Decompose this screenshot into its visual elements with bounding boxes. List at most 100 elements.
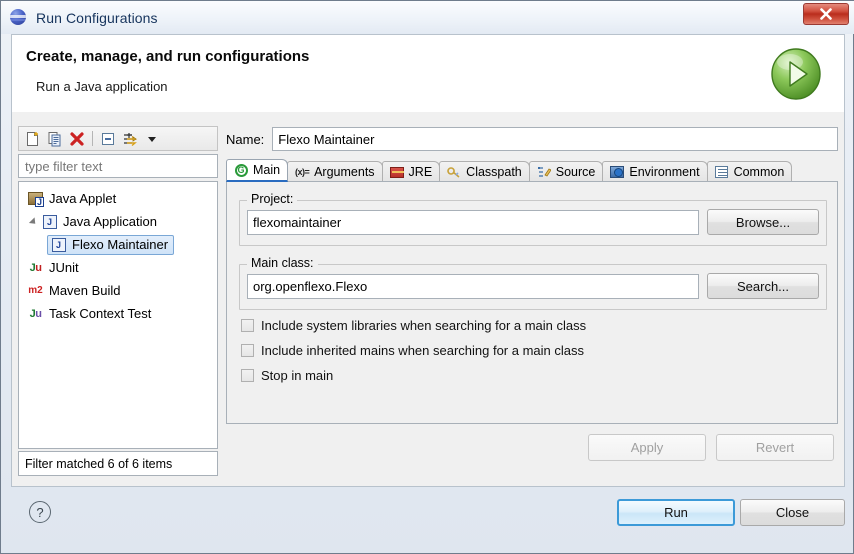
run-button[interactable]: Run: [617, 499, 735, 526]
search-button[interactable]: Search...: [707, 273, 819, 299]
tab-label: Environment: [629, 165, 700, 179]
tree-item-flexo-maintainer[interactable]: J Flexo Maintainer: [19, 233, 217, 256]
tab-label: Arguments: [314, 165, 375, 179]
junit-icon: Ju: [29, 261, 42, 274]
checkbox-box[interactable]: [241, 369, 254, 382]
help-button[interactable]: ?: [29, 501, 51, 523]
java-applet-icon: [27, 191, 44, 207]
view-menu-button[interactable]: [141, 128, 163, 149]
configuration-tabs: G Main (x)= Arguments JRE Classpath Sour…: [226, 159, 838, 182]
main-class-group: Main class: Search...: [239, 256, 827, 310]
configurations-panel: Java Applet J Java Application J Flexo M…: [18, 126, 218, 476]
chevron-down-icon: [148, 136, 156, 142]
project-field-row: Browse...: [247, 209, 819, 235]
tab-label: Common: [733, 165, 785, 179]
apply-button[interactable]: Apply: [588, 434, 706, 461]
close-icon: [820, 8, 832, 20]
task-context-icon: Ju: [29, 307, 42, 320]
delete-configuration-button[interactable]: [66, 128, 88, 149]
stop-in-main-checkbox[interactable]: Stop in main: [241, 368, 333, 383]
configurations-tree[interactable]: Java Applet J Java Application J Flexo M…: [18, 181, 218, 449]
configuration-editor-panel: Name: G Main (x)= Arguments JRE: [226, 126, 838, 476]
main-tab-content: Project: Browse... Main class:: [226, 181, 838, 424]
help-icon: ?: [36, 504, 44, 520]
java-application-icon: J: [50, 237, 67, 253]
banner-subtitle: Run a Java application: [36, 79, 168, 94]
run-play-icon: [770, 46, 822, 102]
tree-item-label: Java Applet: [49, 191, 117, 206]
filter-launch-configurations-button[interactable]: [119, 128, 141, 149]
filter-arrows-icon: [124, 132, 137, 146]
main-class-group-label: Main class:: [247, 256, 318, 270]
window-title: Run Configurations: [36, 9, 158, 26]
tab-jre[interactable]: JRE: [381, 161, 441, 182]
tab-environment[interactable]: Environment: [602, 161, 708, 182]
project-input[interactable]: [247, 209, 699, 235]
toolbar-separator: [92, 131, 93, 146]
tree-item-label: Flexo Maintainer: [72, 237, 169, 252]
maven-icon: m2: [28, 285, 43, 296]
arguments-icon: (x)=: [294, 167, 310, 177]
collapse-all-button[interactable]: [97, 128, 119, 149]
run-configurations-dialog: Run Configurations Create, manage, and r…: [0, 0, 854, 554]
tab-common[interactable]: Common: [706, 161, 793, 182]
tree-item-java-applet[interactable]: Java Applet: [19, 187, 217, 210]
configurations-toolbar: [18, 126, 218, 151]
checkbox-label: Stop in main: [261, 368, 334, 383]
expand-triangle-icon[interactable]: [27, 210, 39, 233]
window-close-button[interactable]: [803, 3, 849, 25]
copy-pages-icon: [48, 131, 61, 146]
tree-item-label: JUnit: [49, 260, 79, 275]
filter-input[interactable]: [18, 154, 218, 178]
jre-icon: [389, 165, 405, 179]
classpath-icon: [446, 165, 462, 179]
tree-item-label: Java Application: [63, 214, 157, 229]
tree-item-maven-build[interactable]: m2 Maven Build: [19, 279, 217, 302]
duplicate-configuration-button[interactable]: [44, 128, 66, 149]
tab-main[interactable]: G Main: [226, 159, 289, 182]
red-x-icon: [70, 131, 84, 146]
include-inherited-mains-checkbox[interactable]: Include inherited mains when searching f…: [241, 343, 584, 358]
filter-status-text: Filter matched 6 of 6 items: [18, 451, 218, 476]
tree-item-label: Task Context Test: [49, 306, 152, 321]
checkbox-box[interactable]: [241, 344, 254, 357]
new-configuration-button[interactable]: [22, 128, 44, 149]
tab-classpath[interactable]: Classpath: [439, 161, 530, 182]
include-system-libraries-checkbox[interactable]: Include system libraries when searching …: [241, 318, 586, 333]
dialog-footer: ? Run Close: [11, 487, 845, 545]
collapse-all-icon: [102, 132, 114, 145]
browse-button[interactable]: Browse...: [707, 209, 819, 235]
dialog-body: Java Applet J Java Application J Flexo M…: [11, 112, 845, 487]
name-input[interactable]: [272, 127, 838, 151]
close-dialog-button[interactable]: Close: [740, 499, 845, 526]
tree-item-label: Maven Build: [49, 283, 121, 298]
tab-arguments[interactable]: (x)= Arguments: [287, 161, 383, 182]
dialog-banner: Create, manage, and run configurations R…: [11, 34, 845, 112]
java-application-icon: J: [41, 214, 58, 230]
name-row: Name:: [226, 126, 838, 152]
banner-title: Create, manage, and run configurations: [26, 48, 310, 65]
checkbox-label: Include system libraries when searching …: [261, 318, 587, 333]
main-class-field-row: Search...: [247, 273, 819, 299]
main-green-circle-icon: G: [233, 163, 249, 177]
tree-item-task-context-test[interactable]: Ju Task Context Test: [19, 302, 217, 325]
tab-label: Main: [253, 163, 281, 177]
environment-icon: [609, 165, 625, 179]
checkbox-box[interactable]: [241, 319, 254, 332]
tree-item-junit[interactable]: Ju JUnit: [19, 256, 217, 279]
tab-label: Classpath: [466, 165, 522, 179]
main-class-input[interactable]: [247, 273, 699, 299]
name-label: Name:: [226, 131, 265, 147]
tab-label: JRE: [408, 165, 433, 179]
tree-item-java-application[interactable]: J Java Application: [19, 210, 217, 233]
tab-source[interactable]: Source: [528, 161, 604, 182]
new-page-icon: [27, 131, 38, 146]
revert-button[interactable]: Revert: [716, 434, 834, 461]
tab-label: Source: [555, 165, 596, 179]
common-icon: [714, 165, 730, 179]
project-group-label: Project:: [247, 192, 298, 206]
eclipse-globe-icon: [10, 8, 28, 27]
checkbox-label: Include inherited mains when searching f…: [261, 343, 585, 358]
title-bar: Run Configurations: [1, 1, 854, 34]
project-group: Project: Browse...: [239, 192, 827, 246]
